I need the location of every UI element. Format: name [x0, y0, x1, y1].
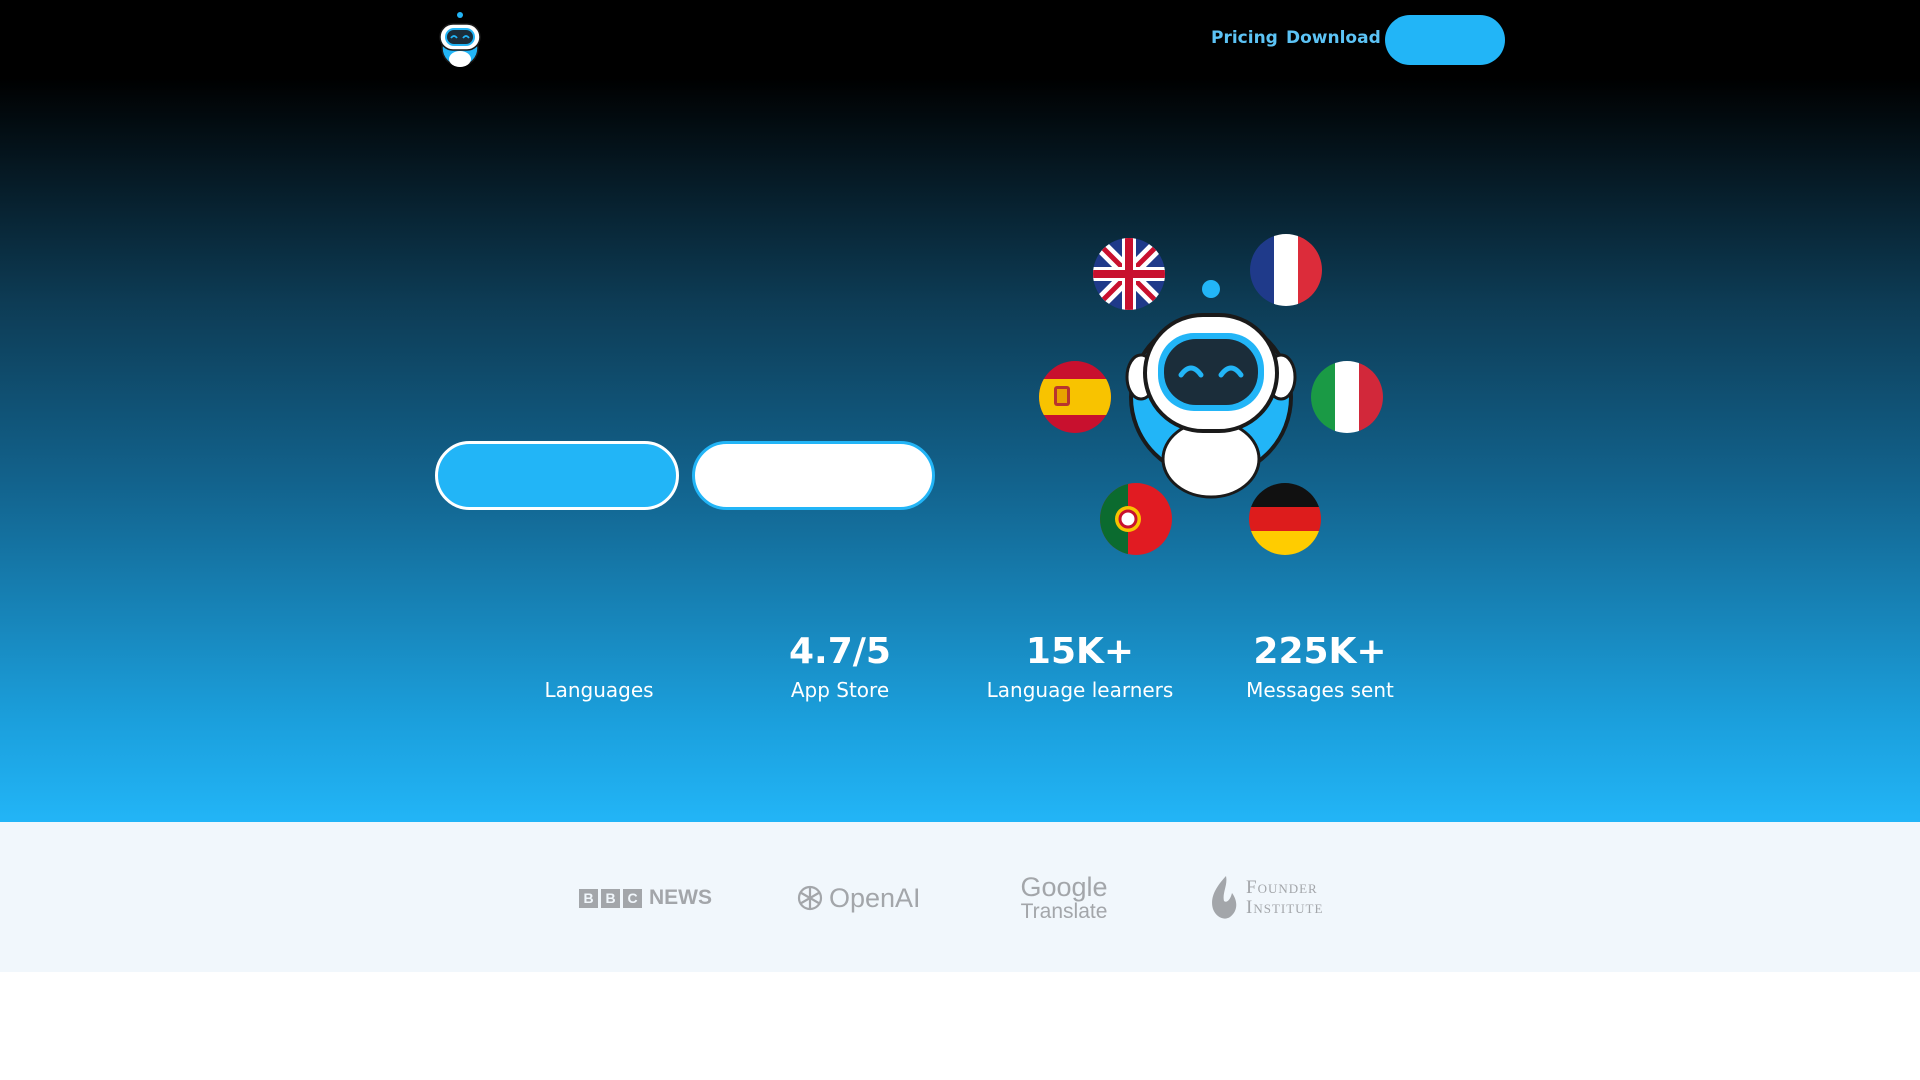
nav-cta-button[interactable] — [1385, 15, 1505, 65]
stat-label: App Store — [790, 678, 890, 702]
bbc-letter: B — [601, 888, 620, 908]
spain-flag-icon — [1039, 361, 1111, 433]
france-flag-icon — [1250, 234, 1322, 306]
institute-word: Institute — [1246, 897, 1324, 918]
mascot-illustration — [1030, 225, 1390, 565]
stat-label: Messages sent — [1246, 678, 1394, 702]
stat-value — [489, 630, 709, 674]
stat-value: 4.7/5 — [789, 631, 891, 672]
italy-flag-icon — [1311, 361, 1383, 433]
secondary-cta-button[interactable] — [692, 441, 935, 510]
founder-institute-logo: Founder Institute — [1210, 870, 1323, 926]
bbc-letter: B — [579, 888, 598, 908]
hero-section — [0, 0, 1920, 822]
stat-app-store: 4.7/5 App Store — [730, 630, 950, 702]
bbc-news-word: NEWS — [649, 886, 712, 909]
bbc-news-logo: B B C NEWS — [579, 870, 712, 926]
founder-institute-flame-icon — [1212, 876, 1237, 919]
robot-logo-icon[interactable] — [434, 10, 486, 70]
openai-knot-icon — [797, 885, 823, 911]
germany-flag-icon — [1249, 483, 1321, 555]
founder-institute-wordmark: Founder Institute — [1246, 878, 1323, 918]
nav-link-pricing[interactable]: Pricing — [1211, 28, 1278, 48]
stat-value: 15K+ — [1025, 631, 1135, 672]
portugal-flag-icon — [1100, 483, 1172, 555]
primary-cta-button[interactable] — [435, 441, 679, 510]
stat-messages: 225K+ Messages sent — [1210, 630, 1430, 702]
google-translate-logo: Google Translate — [1020, 870, 1108, 926]
stat-value: 225K+ — [1253, 631, 1387, 672]
press-logos-band — [0, 822, 1920, 972]
bbc-letter: C — [623, 888, 642, 908]
stat-learners: 15K+ Language learners — [970, 630, 1190, 702]
openai-wordmark: OpenAI — [829, 882, 921, 913]
translate-wordmark: Translate — [1020, 900, 1108, 923]
uk-flag-icon — [1093, 238, 1165, 310]
nav-link-download[interactable]: Download — [1286, 28, 1381, 48]
stat-label: Language learners — [986, 678, 1174, 702]
stat-label: Languages — [544, 678, 654, 702]
openai-logo: OpenAI — [796, 870, 921, 926]
google-wordmark: Google — [1020, 872, 1108, 902]
top-nav: Pricing Download — [0, 0, 1920, 80]
robot-mascot-icon — [1125, 280, 1297, 499]
founder-word: Founder — [1246, 877, 1318, 898]
stat-languages: Languages — [489, 630, 709, 702]
